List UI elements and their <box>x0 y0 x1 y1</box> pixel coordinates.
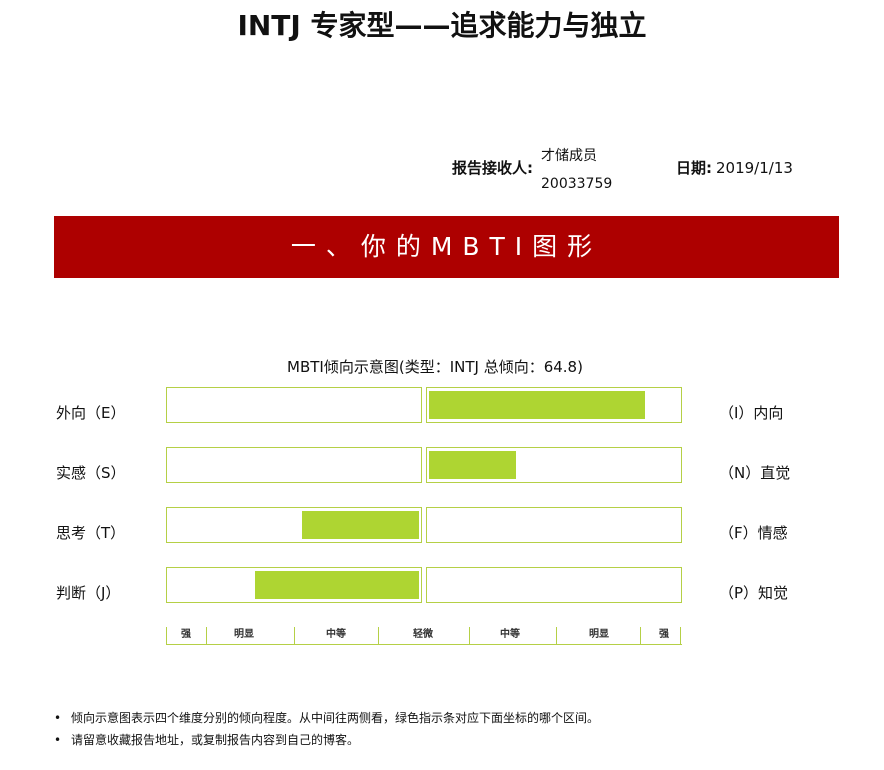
bar-box-e <box>166 387 422 423</box>
date-label: 日期: <box>676 159 712 177</box>
scale-label: 强 <box>181 629 191 640</box>
note-text: 倾向示意图表示四个维度分别的倾向程度。从中间往两侧看，绿色指示条对应下面坐标的哪… <box>71 711 600 725</box>
preference-bar <box>302 511 419 539</box>
scale-tick <box>640 627 641 644</box>
bar-box-n <box>426 447 682 483</box>
scale-label: 明显 <box>234 629 254 640</box>
section-banner: 一、你的MBTI图形 <box>54 216 839 278</box>
list-item: • 请留意收藏报告地址，或复制报告内容到自己的博客。 <box>54 729 599 751</box>
receiver-name: 才储成员 <box>541 148 597 164</box>
row-label-i: （I）内向 <box>719 404 784 422</box>
scale-label: 中等 <box>500 629 520 640</box>
preference-bar <box>255 571 419 599</box>
scale-tick <box>680 627 681 644</box>
scale-axis: 强 明显 中等 轻微 中等 明显 强 <box>166 627 682 645</box>
scale-label: 轻微 <box>413 629 433 640</box>
preference-bar <box>429 391 645 419</box>
scale-tick <box>294 627 295 644</box>
note-text: 请留意收藏报告地址，或复制报告内容到自己的博客。 <box>71 733 360 747</box>
bullet-icon: • <box>54 733 62 747</box>
chart-title: MBTI倾向示意图(类型：INTJ 总倾向：64.8) <box>287 358 583 376</box>
row-label-s: 实感（S） <box>56 464 126 482</box>
scale-tick <box>166 627 167 644</box>
row-label-p: （P）知觉 <box>719 584 789 602</box>
scale-label: 强 <box>659 629 669 640</box>
bullet-icon: • <box>54 711 62 725</box>
scale-label: 明显 <box>589 629 609 640</box>
bar-box-i <box>426 387 682 423</box>
preference-bar <box>429 451 516 479</box>
scale-tick <box>206 627 207 644</box>
scale-tick <box>556 627 557 644</box>
scale-label: 中等 <box>326 629 346 640</box>
receiver-label: 报告接收人: <box>452 159 533 177</box>
date-value: 2019/1/13 <box>716 159 793 177</box>
notes-list: • 倾向示意图表示四个维度分别的倾向程度。从中间往两侧看，绿色指示条对应下面坐标… <box>54 707 599 751</box>
bar-box-p <box>426 567 682 603</box>
row-label-j: 判断（J） <box>56 584 121 602</box>
bar-box-f <box>426 507 682 543</box>
row-label-e: 外向（E） <box>56 404 126 422</box>
bar-box-j <box>166 567 422 603</box>
row-label-t: 思考（T） <box>56 524 126 542</box>
row-label-f: （F）情感 <box>719 524 788 542</box>
bar-box-t <box>166 507 422 543</box>
row-label-n: （N）直觉 <box>719 464 791 482</box>
scale-tick <box>469 627 470 644</box>
report-title: INTJ 专家型——追求能力与独立 <box>237 9 647 42</box>
bar-box-s <box>166 447 422 483</box>
list-item: • 倾向示意图表示四个维度分别的倾向程度。从中间往两侧看，绿色指示条对应下面坐标… <box>54 707 599 729</box>
scale-tick <box>378 627 379 644</box>
receiver-id: 20033759 <box>541 176 613 192</box>
